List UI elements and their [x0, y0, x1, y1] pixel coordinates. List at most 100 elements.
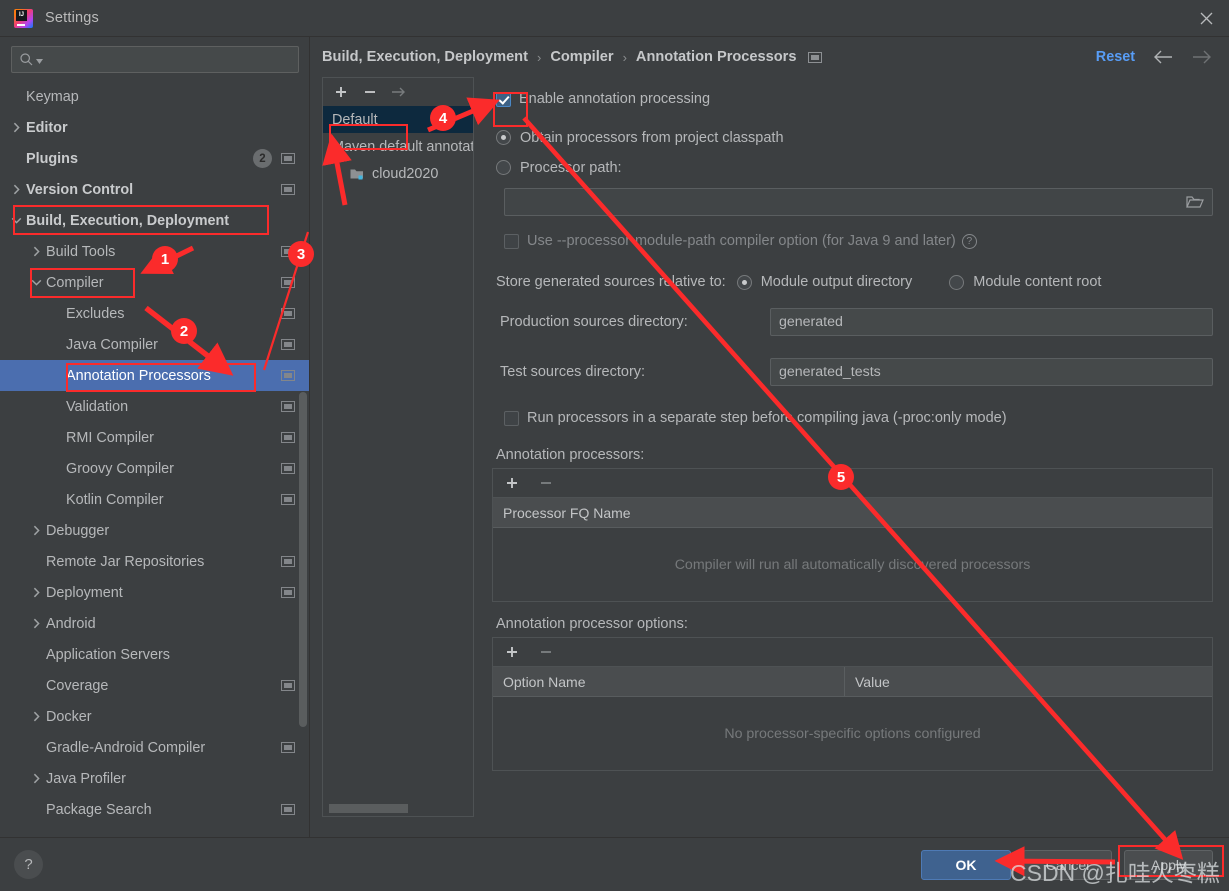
project-scope-icon: [281, 742, 295, 753]
sidebar-item-java-profiler[interactable]: Java Profiler: [0, 763, 309, 794]
ok-button[interactable]: OK: [921, 849, 1011, 880]
sidebar-item-java-compiler[interactable]: Java Compiler: [0, 329, 309, 360]
dialog-body: Keymap Editor Plugins 2 Version Control Build…: [0, 37, 1229, 837]
sidebar-item-validation[interactable]: Validation: [0, 391, 309, 422]
separate-step-checkbox[interactable]: [504, 410, 519, 426]
footer-buttons: OK Cancel Apply: [921, 849, 1213, 880]
pane-split: Default Maven default annotation cloud2020…: [310, 77, 1229, 837]
sidebar-item-coverage[interactable]: Coverage: [0, 670, 309, 701]
minus-icon[interactable]: [362, 85, 377, 100]
arrow-right-icon[interactable]: [391, 85, 406, 100]
sidebar-item-remote-jar-repositories[interactable]: Remote Jar Repositories: [0, 546, 309, 577]
project-scope-icon: [281, 804, 295, 815]
sidebar-item-label: Annotation Processors: [66, 367, 211, 384]
breadcrumb-part-0[interactable]: Build, Execution, Deployment: [322, 49, 528, 65]
project-scope-icon: [281, 432, 295, 443]
processor-path-input[interactable]: [504, 188, 1213, 216]
chevron-right-icon[interactable]: [10, 183, 23, 196]
sidebar-item-indicators: [281, 401, 295, 412]
sidebar-item-plugins[interactable]: Plugins 2: [0, 143, 309, 174]
obtain-from-classpath-radio[interactable]: [496, 130, 511, 145]
module-output-directory-radio[interactable]: [736, 274, 752, 290]
column-header-processor-fq-name[interactable]: Processor FQ Name: [493, 498, 1212, 527]
folder-icon[interactable]: [1186, 195, 1204, 209]
sidebar-item-rmi-compiler[interactable]: RMI Compiler: [0, 422, 309, 453]
profile-row[interactable]: Default: [323, 106, 473, 133]
test-sources-input[interactable]: generated_tests: [770, 358, 1213, 386]
processor-path-label: Processor path:: [520, 159, 622, 176]
sidebar-item-excludes[interactable]: Excludes: [0, 298, 309, 329]
sidebar-item-editor[interactable]: Editor: [0, 112, 309, 143]
sidebar-item-keymap[interactable]: Keymap: [0, 81, 309, 112]
sidebar-item-android[interactable]: Android: [0, 608, 309, 639]
sidebar-item-label: Gradle-Android Compiler: [46, 739, 206, 756]
sidebar-item-compiler[interactable]: Compiler: [0, 267, 309, 298]
sidebar-item-docker[interactable]: Docker: [0, 701, 309, 732]
search-box[interactable]: [11, 46, 299, 73]
project-scope-icon: [281, 401, 295, 412]
settings-sidebar: Keymap Editor Plugins 2 Version Control Build…: [0, 37, 310, 837]
chevron-right-icon[interactable]: [30, 245, 43, 258]
project-scope-icon: [808, 51, 823, 63]
options-table-toolbar: [493, 638, 1212, 667]
column-header-option-name[interactable]: Option Name: [493, 667, 845, 696]
apply-button[interactable]: Apply: [1124, 849, 1213, 880]
arrow-right-icon[interactable]: [1191, 48, 1213, 66]
search-input[interactable]: [45, 52, 298, 67]
breadcrumb-part-1[interactable]: Compiler: [550, 49, 613, 65]
processor-module-path-checkbox[interactable]: [504, 233, 519, 249]
sidebar-item-build-tools[interactable]: Build Tools: [0, 236, 309, 267]
column-header-value[interactable]: Value: [845, 667, 1212, 696]
options-table-header: Option Name Value: [493, 667, 1212, 697]
plus-icon[interactable]: [504, 645, 519, 660]
sidebar-item-label: Plugins: [26, 150, 78, 167]
chevron-right-icon[interactable]: [30, 772, 43, 785]
sidebar-item-build-execution-deployment[interactable]: Build, Execution, Deployment: [0, 205, 309, 236]
minus-icon[interactable]: [538, 645, 553, 660]
chevron-right-icon[interactable]: [30, 524, 43, 537]
sidebar-item-gradle-android-compiler[interactable]: Gradle-Android Compiler: [0, 732, 309, 763]
plus-icon[interactable]: [333, 85, 348, 100]
sidebar-item-debugger[interactable]: Debugger: [0, 515, 309, 546]
plus-icon[interactable]: [504, 476, 519, 491]
sidebar-item-label: Build Tools: [46, 243, 116, 260]
sidebar-item-application-servers[interactable]: Application Servers: [0, 639, 309, 670]
production-sources-input[interactable]: generated: [770, 308, 1213, 336]
sidebar-item-groovy-compiler[interactable]: Groovy Compiler: [0, 453, 309, 484]
profile-row[interactable]: Maven default annotation: [323, 133, 473, 160]
profile-row[interactable]: cloud2020: [323, 160, 473, 187]
sidebar-item-version-control[interactable]: Version Control: [0, 174, 309, 205]
help-circle-icon[interactable]: ?: [961, 233, 977, 249]
chevron-right-icon[interactable]: [30, 617, 43, 630]
chevron-right-icon[interactable]: [30, 586, 43, 599]
cancel-button[interactable]: Cancel: [1023, 849, 1112, 880]
reset-button[interactable]: Reset: [1096, 49, 1135, 65]
enable-annotation-processing-checkbox[interactable]: [496, 91, 511, 107]
sidebar-item-label: Groovy Compiler: [66, 460, 174, 477]
sidebar-item-indicators: [281, 277, 295, 288]
chevron-right-icon[interactable]: [30, 710, 43, 723]
sidebar-item-label: Java Compiler: [66, 336, 158, 353]
chevron-down-icon[interactable]: [30, 276, 43, 289]
chevron-right-icon[interactable]: [10, 121, 23, 134]
sidebar-item-deployment[interactable]: Deployment: [0, 577, 309, 608]
help-button[interactable]: ?: [14, 850, 43, 879]
sidebar-scrollbar[interactable]: [299, 392, 307, 727]
sidebar-item-indicators: [281, 308, 295, 319]
profiles-horizontal-scrollbar[interactable]: [329, 804, 408, 813]
sidebar-item-label: RMI Compiler: [66, 429, 154, 446]
profiles-list[interactable]: Default Maven default annotation cloud2020: [323, 106, 473, 816]
sidebar-item-package-search[interactable]: Package Search: [0, 794, 309, 825]
minus-icon[interactable]: [538, 476, 553, 491]
arrow-left-icon[interactable]: [1152, 48, 1174, 66]
close-icon[interactable]: [1183, 0, 1229, 37]
plugins-update-badge: 2: [253, 149, 272, 168]
sidebar-item-annotation-processors[interactable]: Annotation Processors: [0, 360, 309, 391]
chevron-down-icon[interactable]: [10, 214, 23, 227]
processor-path-radio[interactable]: [496, 160, 511, 175]
settings-tree[interactable]: Keymap Editor Plugins 2 Version Control Build…: [0, 79, 309, 837]
sidebar-item-kotlin-compiler[interactable]: Kotlin Compiler: [0, 484, 309, 515]
sidebar-item-indicators: [281, 184, 295, 195]
breadcrumb-separator: ›: [622, 49, 627, 65]
module-content-root-radio[interactable]: [949, 274, 965, 290]
